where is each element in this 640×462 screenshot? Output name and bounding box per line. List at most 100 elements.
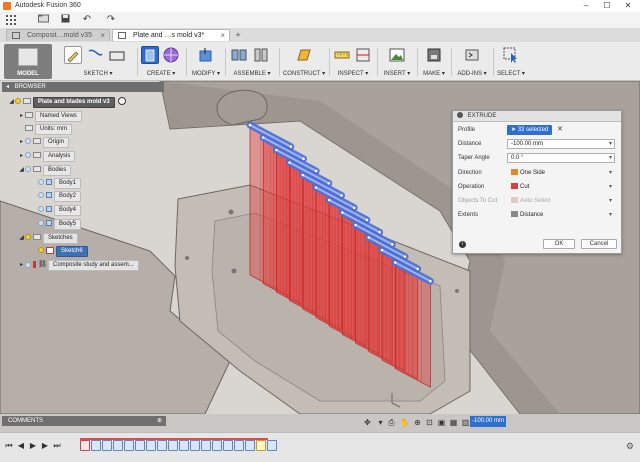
timeline-feature-step[interactable] [201, 440, 211, 451]
dimension-input-field[interactable]: -100.00 mm [470, 416, 506, 427]
dialog-pin-icon[interactable] [457, 112, 463, 119]
dropdown-chevron-icon[interactable]: ▾ [609, 183, 612, 191]
look-at-icon[interactable]: ▾ [375, 417, 386, 428]
clear-selection-icon[interactable]: ✕ [557, 125, 563, 135]
add-ins-menu-label[interactable]: ADD-INS ▾ [452, 70, 492, 77]
extents-select[interactable]: Distance ▾ [507, 210, 615, 220]
create-menu-label[interactable]: CREATE ▾ [138, 70, 184, 77]
scripts-add-ins-icon[interactable] [463, 46, 481, 64]
collapse-icon[interactable]: ◢ [8, 97, 15, 108]
insert-menu-label[interactable]: INSERT ▾ [378, 70, 416, 77]
visibility-bulb-icon[interactable] [25, 166, 31, 173]
close-tab-icon[interactable]: × [220, 30, 225, 41]
timeline-feature-step[interactable] [113, 440, 123, 451]
timeline-feature-step[interactable] [124, 440, 134, 451]
visibility-bulb-icon[interactable] [25, 234, 31, 241]
3d-print-icon[interactable] [425, 46, 443, 64]
browser-item-bodies[interactable]: ◢ Bodies [18, 165, 72, 176]
pan-hand-icon[interactable]: ✋ [399, 417, 410, 428]
browser-item-analysis[interactable]: ▸ Analysis [18, 151, 76, 162]
insert-group[interactable]: INSERT ▾ [378, 42, 416, 80]
expand-icon[interactable]: ▸ [18, 260, 25, 271]
timeline-settings-gear-icon[interactable]: ⚙ [626, 441, 634, 452]
display-settings-icon[interactable]: ▣ [436, 417, 447, 428]
grid-settings-icon[interactable]: ▦ [448, 417, 459, 428]
timeline-feature-step[interactable] [212, 440, 222, 451]
offset-plane-icon[interactable] [295, 46, 313, 64]
timeline-feature-step[interactable] [80, 440, 90, 451]
browser-item-body4[interactable]: Body4 [38, 205, 82, 216]
visibility-bulb-icon[interactable] [38, 206, 44, 213]
collapse-icon[interactable]: ◢ [18, 165, 25, 176]
objects-to-cut-select[interactable]: Auto Select ▾ [507, 196, 615, 206]
tab-plate-and-blades-mold[interactable]: Plate and …s mold v3* × [112, 29, 230, 41]
step-forward-icon[interactable]: ▶ [40, 441, 50, 451]
taper-angle-input[interactable]: 0.0 ° ▾ [507, 153, 615, 163]
new-component-icon[interactable] [230, 46, 248, 64]
timeline-feature-step[interactable] [256, 440, 266, 451]
data-panel-grid-icon[interactable] [4, 14, 18, 26]
workspace-switcher-button[interactable]: MODEL [4, 44, 52, 79]
select-group[interactable]: SELECT ▾ [494, 42, 528, 80]
rectangle-tool-icon[interactable] [108, 46, 126, 64]
sketch-group[interactable]: SKETCH ▾ [60, 42, 136, 80]
dropdown-chevron-icon[interactable]: ▾ [609, 211, 612, 219]
section-analysis-icon[interactable] [354, 46, 372, 64]
visibility-bulb-icon[interactable] [38, 220, 44, 227]
new-tab-plus-icon[interactable]: + [232, 30, 244, 40]
expand-icon[interactable]: ▸ [18, 137, 25, 148]
assemble-menu-label[interactable]: ASSEMBLE ▾ [226, 70, 278, 77]
file-icon[interactable] [36, 14, 50, 26]
timeline-feature-step[interactable] [223, 440, 233, 451]
construct-group[interactable]: CONSTRUCT ▾ [280, 42, 328, 80]
make-menu-label[interactable]: MAKE ▾ [418, 70, 450, 77]
measure-icon[interactable] [333, 46, 351, 64]
step-back-icon[interactable]: ◀ [16, 441, 26, 451]
construct-menu-label[interactable]: CONSTRUCT ▾ [280, 70, 328, 77]
ok-button[interactable]: OK [543, 239, 575, 249]
browser-item-units[interactable]: Units: mm [18, 124, 72, 135]
expand-icon[interactable]: ▸ [18, 111, 25, 122]
timeline-feature-step[interactable] [91, 440, 101, 451]
press-pull-icon[interactable] [197, 46, 215, 64]
dropdown-chevron-icon[interactable]: ▾ [609, 140, 612, 148]
profile-selection-badge[interactable]: ➤ 33 selected [507, 125, 553, 135]
visibility-bulb-icon[interactable] [25, 261, 31, 268]
inspect-menu-label[interactable]: INSPECT ▾ [330, 70, 376, 77]
info-icon[interactable]: i [459, 241, 466, 248]
add-comment-icon[interactable]: ⊕ [157, 416, 162, 426]
zoom-icon[interactable]: ⊕ [412, 417, 423, 428]
visibility-bulb-icon[interactable] [25, 138, 31, 145]
modify-menu-label[interactable]: MODIFY ▾ [188, 70, 224, 77]
visibility-bulb-icon[interactable] [38, 192, 44, 199]
operation-select[interactable]: Cut ▾ [507, 182, 615, 192]
collapse-browser-icon[interactable]: ◂ [2, 84, 9, 90]
timeline-feature-step[interactable] [146, 440, 156, 451]
expand-icon[interactable]: ▸ [18, 151, 25, 162]
select-cursor-icon[interactable] [502, 46, 520, 64]
maximize-button[interactable]: ☐ [597, 0, 617, 12]
comments-panel-header[interactable]: COMMENTS ⊕ [2, 416, 166, 426]
add-ins-group[interactable]: ADD-INS ▾ [452, 42, 492, 80]
dropdown-chevron-icon[interactable]: ▾ [609, 169, 612, 177]
close-window-button[interactable]: ✕ [618, 0, 638, 12]
play-icon[interactable]: ▶ [28, 441, 38, 451]
line-tool-icon[interactable] [86, 46, 104, 64]
extrude-dialog-header[interactable]: EXTRUDE [453, 111, 621, 122]
redo-icon[interactable]: ↷ [104, 14, 118, 26]
dropdown-chevron-icon[interactable]: ▾ [609, 154, 612, 162]
form-tool-icon[interactable] [162, 46, 180, 64]
timeline-feature-step[interactable] [102, 440, 112, 451]
close-tab-icon[interactable]: × [100, 30, 105, 41]
browser-root-item[interactable]: ◢ Plate and blades mold v3 [8, 97, 127, 108]
browser-item-sketches[interactable]: ◢ Sketches [18, 233, 78, 244]
joint-icon[interactable] [252, 46, 270, 64]
activate-radio-icon[interactable] [118, 97, 127, 106]
timeline-feature-step[interactable] [157, 440, 167, 451]
distance-input[interactable]: -100.00 mm ▾ [507, 139, 615, 149]
go-to-end-icon[interactable]: ⏭ [52, 441, 62, 451]
visibility-bulb-icon[interactable] [25, 152, 31, 159]
modify-group[interactable]: MODIFY ▾ [188, 42, 224, 80]
save-icon[interactable] [58, 14, 72, 26]
collapse-icon[interactable]: ◢ [18, 233, 25, 244]
